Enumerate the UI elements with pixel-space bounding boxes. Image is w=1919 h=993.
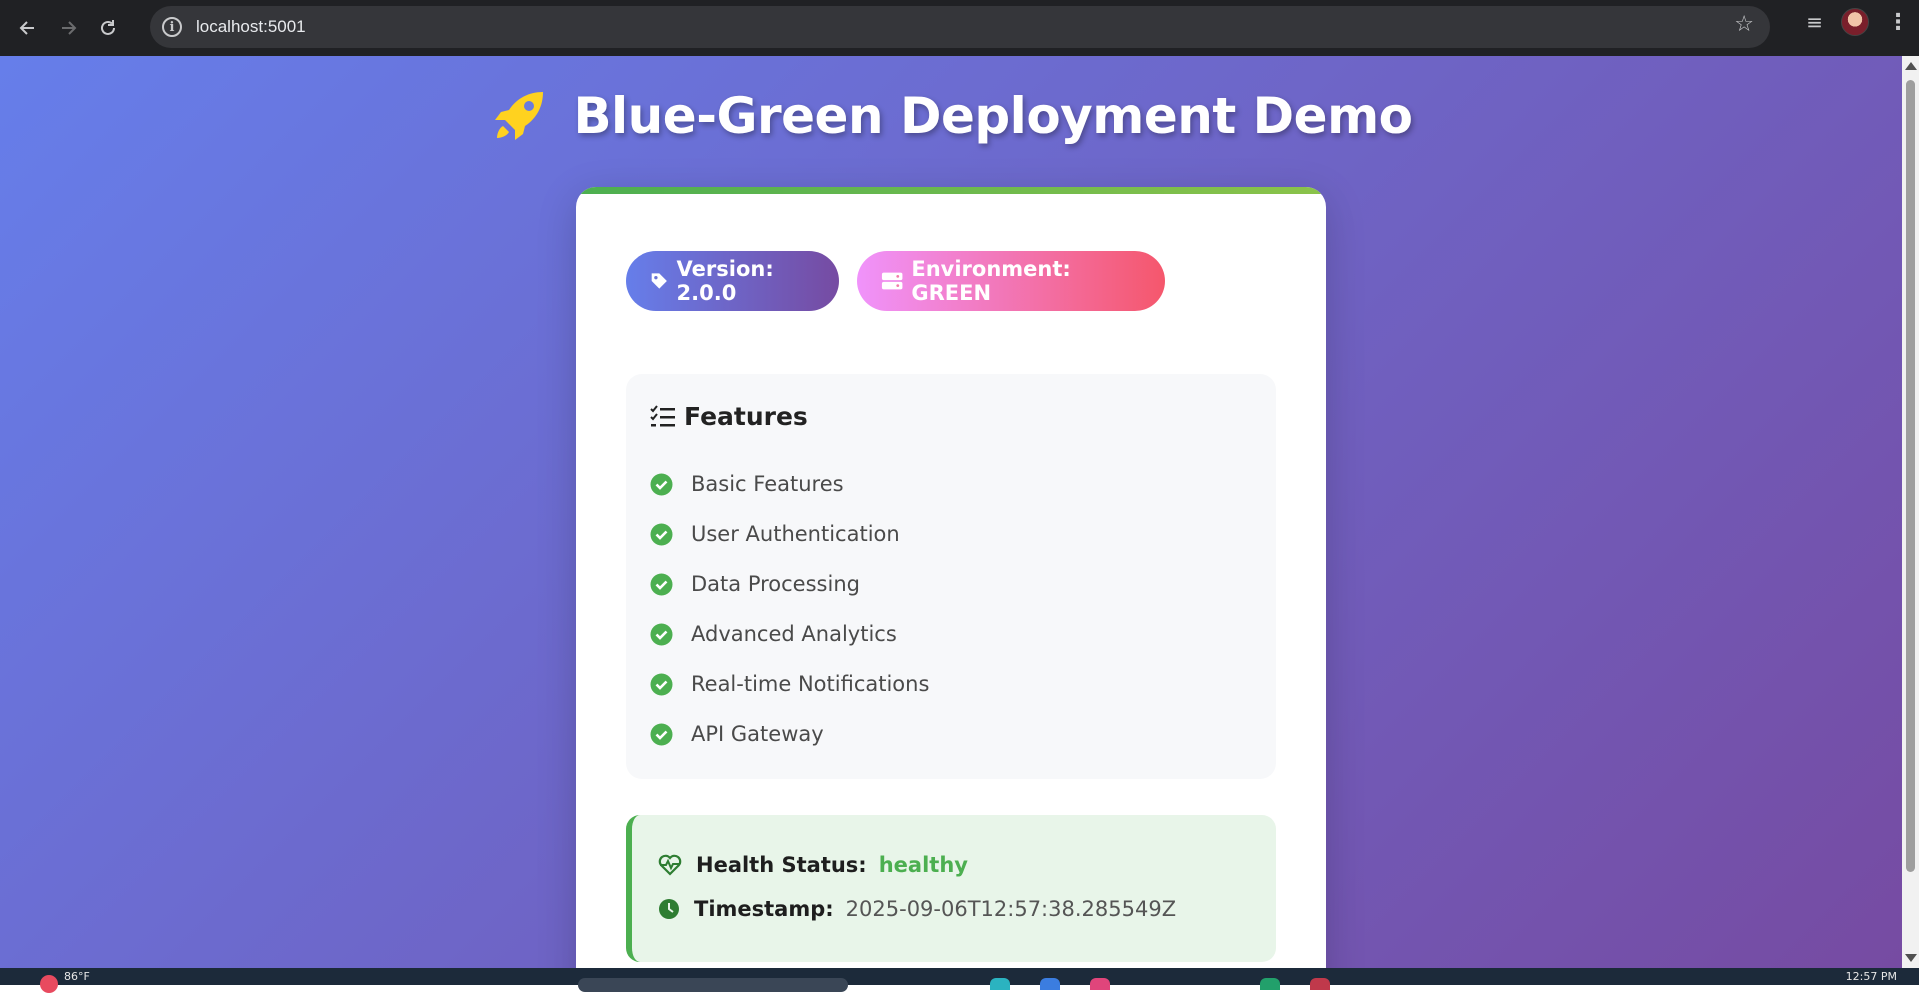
- back-button[interactable]: [8, 8, 48, 48]
- check-circle-icon: [650, 473, 673, 495]
- clock-icon: [659, 899, 679, 919]
- taskbar-app-icon[interactable]: [1040, 978, 1060, 990]
- check-circle-icon: [650, 523, 673, 545]
- feature-item: Basic Features: [650, 459, 929, 509]
- page-viewport: Blue-Green Deployment Demo Version: 2.0.…: [0, 56, 1902, 968]
- check-circle-icon: [650, 723, 673, 745]
- taskbar-search[interactable]: [578, 978, 848, 992]
- page-title: Blue-Green Deployment Demo: [573, 87, 1413, 145]
- browser-actions: ≡ ⋮: [1806, 8, 1909, 36]
- feature-list: Basic Features User Authentication Data …: [650, 459, 929, 759]
- health-status-row: Health Status: healthy: [658, 853, 968, 877]
- version-badge: Version: 2.0.0: [626, 251, 839, 311]
- url-text[interactable]: localhost:5001: [196, 17, 306, 37]
- reading-list-icon[interactable]: ≡: [1806, 10, 1823, 34]
- features-header: Features: [650, 402, 808, 431]
- version-text: Version: 2.0.0: [676, 257, 774, 305]
- os-taskbar: 86°F 12:57 PM: [0, 968, 1919, 993]
- taskbar-app-icon[interactable]: [1090, 978, 1110, 990]
- profile-avatar[interactable]: [1841, 8, 1869, 36]
- scroll-down-arrow-icon[interactable]: [1905, 954, 1917, 962]
- feature-label: Data Processing: [691, 572, 860, 596]
- feature-item: User Authentication: [650, 509, 929, 559]
- heartbeat-icon: [658, 854, 682, 876]
- weather-icon[interactable]: [40, 975, 58, 993]
- features-section: Features Basic Features User Authenticat…: [626, 374, 1276, 779]
- feature-label: User Authentication: [691, 522, 900, 546]
- address-bar[interactable]: i localhost:5001 ☆: [150, 6, 1770, 48]
- badge-row: Version: 2.0.0 Environment: GREEN: [626, 251, 1165, 311]
- feature-label: Advanced Analytics: [691, 622, 897, 646]
- environment-text: Environment: GREEN: [911, 257, 1071, 305]
- feature-item: Data Processing: [650, 559, 929, 609]
- reload-button[interactable]: [88, 8, 128, 48]
- health-status-label: Health Status:: [696, 853, 867, 877]
- taskbar-clock: 12:57 PM: [1845, 970, 1897, 983]
- check-circle-icon: [650, 573, 673, 595]
- scroll-up-arrow-icon[interactable]: [1905, 62, 1917, 70]
- taskbar-app-icon[interactable]: [1260, 978, 1280, 990]
- forward-button[interactable]: [48, 8, 88, 48]
- feature-item: Real-time Notifications: [650, 659, 929, 709]
- browser-toolbar: i localhost:5001 ☆ ≡ ⋮: [0, 0, 1919, 56]
- check-circle-icon: [650, 623, 673, 645]
- browser-menu-icon[interactable]: ⋮: [1887, 10, 1909, 35]
- card-accent-bar: [576, 187, 1326, 194]
- taskbar-app-icon[interactable]: [1310, 978, 1330, 990]
- feature-label: API Gateway: [691, 722, 824, 746]
- timestamp-value: 2025-09-06T12:57:38.285549Z: [845, 897, 1177, 921]
- feature-item: API Gateway: [650, 709, 929, 759]
- page-scrollbar[interactable]: [1902, 56, 1919, 968]
- arrow-left-icon: [19, 21, 34, 35]
- arrow-right-icon: [62, 21, 77, 35]
- check-circle-icon: [650, 673, 673, 695]
- taskbar-app-icon[interactable]: [990, 978, 1010, 990]
- timestamp-row: Timestamp: 2025-09-06T12:57:38.285549Z: [658, 897, 1176, 921]
- header: Blue-Green Deployment Demo: [0, 86, 1902, 146]
- site-info-icon[interactable]: i: [162, 17, 182, 37]
- scroll-thumb[interactable]: [1906, 80, 1915, 872]
- bookmark-star-icon[interactable]: ☆: [1734, 12, 1754, 37]
- features-title: Features: [684, 402, 808, 431]
- tag-icon: [651, 273, 667, 289]
- health-panel: Health Status: healthy Timestamp: 2025-0…: [626, 815, 1276, 962]
- deployment-card: Version: 2.0.0 Environment: GREEN Featur…: [576, 187, 1326, 968]
- timestamp-label: Timestamp:: [694, 897, 834, 921]
- feature-label: Real-time Notifications: [691, 672, 930, 696]
- weather-text[interactable]: 86°F: [64, 970, 90, 983]
- feature-label: Basic Features: [691, 472, 844, 496]
- health-status-value: healthy: [878, 853, 968, 877]
- reload-icon: [101, 20, 115, 35]
- environment-badge: Environment: GREEN: [857, 251, 1165, 311]
- rocket-icon: [495, 92, 544, 140]
- list-check-icon: [650, 404, 675, 426]
- server-icon: [881, 272, 903, 290]
- feature-item: Advanced Analytics: [650, 609, 929, 659]
